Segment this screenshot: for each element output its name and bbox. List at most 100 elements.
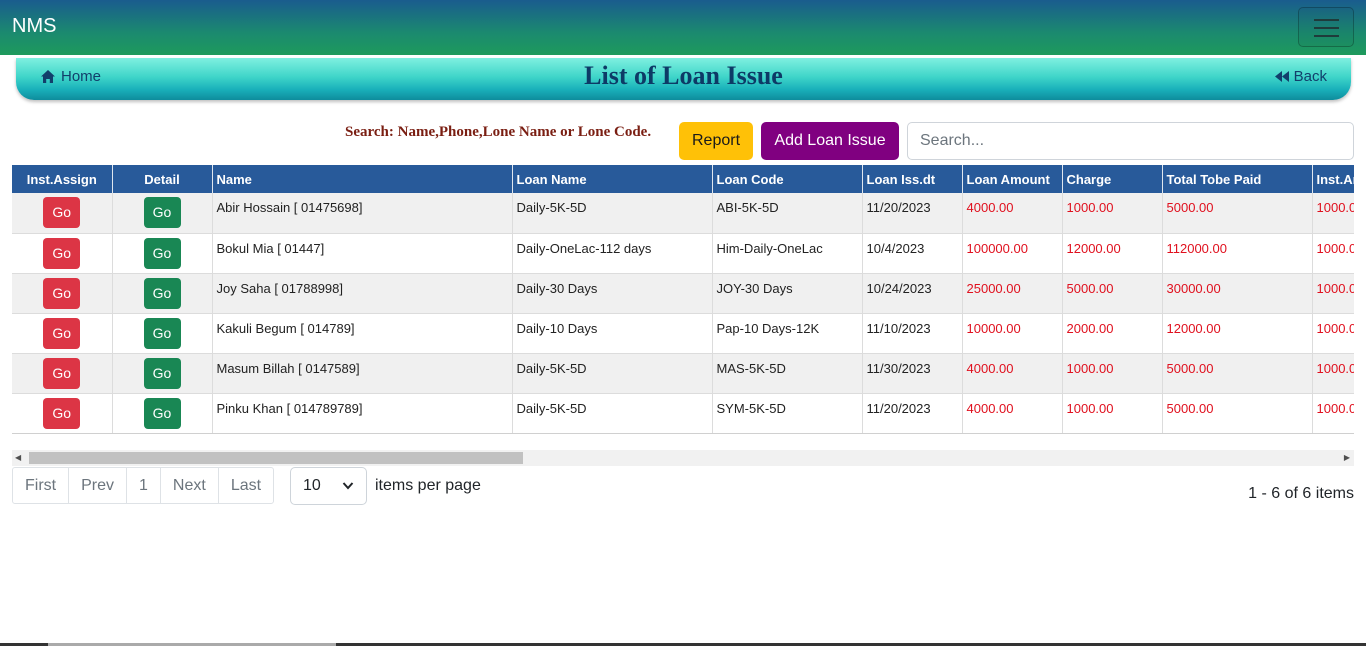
table-row: Go Go Masum Billah [ 0147589] Daily-5K-5…	[12, 353, 1354, 394]
scrollbar-thumb[interactable]	[29, 452, 523, 464]
cell-total: 30000.00	[1162, 273, 1313, 314]
detail-go-button[interactable]: Go	[143, 357, 181, 389]
table-header-row: Inst.Assign Detail Name Loan Name Loan C…	[12, 165, 1354, 193]
table-row: Go Go Kakuli Begum [ 014789] Daily-10 Da…	[12, 313, 1354, 354]
inst-assign-go-button[interactable]: Go	[43, 357, 81, 389]
prev-page-button[interactable]: Prev	[69, 468, 128, 503]
cell-loan-name: Daily-10 Days	[512, 313, 713, 354]
loan-issue-table: Inst.Assign Detail Name Loan Name Loan C…	[12, 165, 1354, 433]
cell-name: Pinku Khan [ 014789789]	[212, 393, 513, 433]
inst-assign-go-button[interactable]: Go	[43, 397, 81, 429]
inst-assign-go-button[interactable]: Go	[43, 317, 81, 349]
double-chevron-left-icon	[1274, 71, 1289, 82]
cell-loan-amount: 25000.00	[962, 273, 1063, 314]
cell-inst-amount: 1000.00	[1312, 393, 1354, 433]
cell-loan-amount: 4000.00	[962, 193, 1063, 234]
cell-charge: 1000.00	[1062, 353, 1163, 394]
cell-loan-name: Daily-5K-5D	[512, 353, 713, 394]
cell-name: Joy Saha [ 01788998]	[212, 273, 513, 314]
detail-go-button[interactable]: Go	[143, 277, 181, 309]
col-total-tobe-paid[interactable]: Total Tobe Paid	[1162, 165, 1313, 193]
cell-issue-date: 11/20/2023	[862, 393, 963, 433]
add-loan-issue-button[interactable]: Add Loan Issue	[761, 122, 899, 160]
table-row: Go Go Bokul Mia [ 01447] Daily-OneLac-11…	[12, 233, 1354, 274]
page-title: List of Loan Issue	[584, 61, 783, 90]
cell-loan-code: ABI-5K-5D	[712, 193, 863, 234]
col-loan-code[interactable]: Loan Code	[712, 165, 863, 193]
report-button[interactable]: Report	[679, 122, 753, 160]
detail-go-button[interactable]: Go	[143, 317, 181, 349]
detail-go-button[interactable]: Go	[143, 397, 181, 429]
col-charge[interactable]: Charge	[1062, 165, 1163, 193]
search-hint: Search: Name,Phone,Lone Name or Lone Cod…	[345, 124, 652, 140]
cell-loan-name: Daily-30 Days	[512, 273, 713, 314]
col-loan-amount[interactable]: Loan Amount	[962, 165, 1063, 193]
cell-name: Bokul Mia [ 01447]	[212, 233, 513, 274]
cell-inst-amount: 1000.00	[1312, 353, 1354, 394]
inst-assign-go-button[interactable]: Go	[43, 197, 81, 228]
cell-loan-code: SYM-5K-5D	[712, 393, 863, 433]
table-row: Go Go Joy Saha [ 01788998] Daily-30 Days…	[12, 273, 1354, 314]
cell-name: Masum Billah [ 0147589]	[212, 353, 513, 394]
col-name[interactable]: Name	[212, 165, 513, 193]
page-size-value: 10	[303, 477, 321, 494]
top-navbar: NMS	[0, 0, 1366, 55]
inst-assign-go-button[interactable]: Go	[43, 277, 81, 309]
col-loan-issue-date[interactable]: Loan Iss.dt	[862, 165, 963, 193]
items-count: 1 - 6 of 6 items	[1248, 485, 1354, 502]
cell-issue-date: 10/24/2023	[862, 273, 963, 314]
cell-total: 112000.00	[1162, 233, 1313, 274]
detail-go-button[interactable]: Go	[143, 237, 181, 269]
cell-charge: 1000.00	[1062, 193, 1163, 234]
loan-issue-grid: Inst.Assign Detail Name Loan Name Loan C…	[12, 165, 1354, 434]
col-loan-name[interactable]: Loan Name	[512, 165, 713, 193]
cell-inst-amount: 1000.00	[1312, 193, 1354, 234]
cell-loan-amount: 4000.00	[962, 353, 1063, 394]
table-row: Go Go Pinku Khan [ 014789789] Daily-5K-5…	[12, 393, 1354, 433]
page-header-bar: Home List of Loan Issue Back	[16, 58, 1351, 100]
cell-charge: 2000.00	[1062, 313, 1163, 354]
cell-charge: 1000.00	[1062, 393, 1163, 433]
cell-issue-date: 10/4/2023	[862, 233, 963, 274]
scroll-right-icon[interactable]: ▶	[1344, 453, 1350, 462]
page-number-button[interactable]: 1	[127, 468, 161, 503]
cell-loan-code: Pap-10 Days-12K	[712, 313, 863, 354]
cell-charge: 12000.00	[1062, 233, 1163, 274]
cell-total: 5000.00	[1162, 353, 1313, 394]
cell-issue-date: 11/20/2023	[862, 193, 963, 234]
col-detail[interactable]: Detail	[112, 165, 213, 193]
next-page-button[interactable]: Next	[161, 468, 219, 503]
cell-loan-amount: 100000.00	[962, 233, 1063, 274]
items-per-page-label: items per page	[375, 477, 481, 494]
cell-loan-code: MAS-5K-5D	[712, 353, 863, 394]
cell-loan-amount: 10000.00	[962, 313, 1063, 354]
first-page-button[interactable]: First	[13, 468, 70, 503]
horizontal-scrollbar[interactable]: ◀ ▶	[12, 450, 1354, 466]
chevron-down-icon	[342, 468, 354, 518]
cell-name: Abir Hossain [ 01475698]	[212, 193, 513, 234]
detail-go-button[interactable]: Go	[143, 197, 181, 228]
cell-total: 5000.00	[1162, 193, 1313, 234]
cell-total: 5000.00	[1162, 393, 1313, 433]
cell-inst-amount: 1000.00	[1312, 313, 1354, 354]
brand-logo[interactable]: NMS	[12, 15, 56, 38]
cell-charge: 5000.00	[1062, 273, 1163, 314]
cell-loan-name: Daily-5K-5D	[512, 393, 713, 433]
search-input[interactable]	[907, 122, 1354, 160]
pagination: First Prev 1 Next Last	[12, 467, 275, 504]
back-label: Back	[1293, 68, 1327, 85]
inst-assign-go-button[interactable]: Go	[43, 237, 81, 269]
page-size-select[interactable]: 10	[290, 467, 367, 505]
cell-total: 12000.00	[1162, 313, 1313, 354]
cell-loan-name: Daily-OneLac-112 days	[512, 233, 713, 274]
hamburger-menu-icon[interactable]	[1298, 7, 1354, 47]
col-inst-amount[interactable]: Inst.Amount	[1312, 165, 1354, 193]
last-page-button[interactable]: Last	[219, 468, 273, 503]
scroll-left-icon[interactable]: ◀	[15, 453, 21, 462]
back-link[interactable]: Back	[1274, 68, 1327, 85]
col-inst-assign[interactable]: Inst.Assign	[12, 165, 113, 193]
cell-loan-name: Daily-5K-5D	[512, 193, 713, 234]
table-row: Go Go Abir Hossain [ 01475698] Daily-5K-…	[12, 193, 1354, 234]
cell-loan-code: Him-Daily-OneLac	[712, 233, 863, 274]
cell-loan-amount: 4000.00	[962, 393, 1063, 433]
